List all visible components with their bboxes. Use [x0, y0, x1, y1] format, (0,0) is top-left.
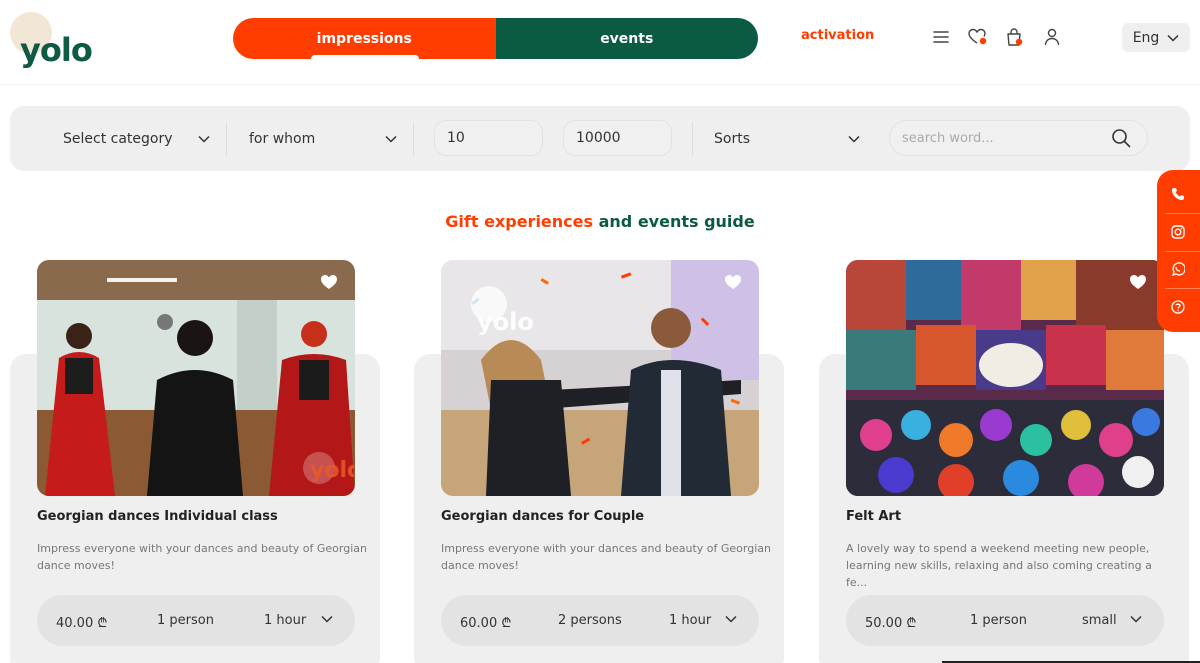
card-description: A lovely way to spend a weekend meeting … [846, 542, 1152, 589]
page: yolo impressions events activation Eng S… [0, 0, 1200, 663]
sorts-label: Sorts [714, 130, 750, 147]
tab-events[interactable]: events [495, 18, 758, 59]
favorite-heart-icon[interactable] [320, 274, 338, 292]
price-max-input[interactable]: 10000 [563, 120, 672, 156]
tab-impressions[interactable]: impressions [233, 18, 496, 59]
divider [1165, 251, 1200, 252]
chevron-down-icon [198, 135, 210, 143]
price-max-value: 10000 [576, 130, 621, 146]
chevron-down-icon [1130, 615, 1142, 623]
divider [692, 122, 693, 156]
favorite-heart-icon[interactable] [724, 274, 742, 292]
duration: 1 hour [669, 613, 712, 628]
card-image[interactable]: yolo [441, 260, 759, 496]
watermark-logo: yolo [310, 458, 354, 483]
card-image[interactable] [846, 260, 1164, 496]
card-title[interactable]: Felt Art [846, 509, 901, 524]
search-icon[interactable] [1111, 128, 1131, 148]
card-options-select[interactable]: 40.00 ₾ 1 person 1 hour [37, 595, 355, 646]
main-tabs: impressions events [233, 18, 758, 59]
search-placeholder: search word... [902, 130, 994, 146]
price: 60.00 ₾ [460, 616, 512, 631]
tab-events-label: events [600, 30, 654, 47]
phone-icon[interactable] [1167, 183, 1189, 205]
sorts-select[interactable]: Sorts [714, 106, 860, 171]
card-description: Impress everyone with your dances and be… [37, 542, 367, 572]
watermark-logo: yolo [477, 308, 534, 336]
chevron-down-icon [725, 615, 737, 623]
section-heading: Gift experiences and events guide [0, 212, 1200, 231]
category-label: Select category [63, 130, 173, 147]
category-select[interactable]: Select category [63, 106, 210, 171]
language-label: Eng [1132, 29, 1160, 46]
help-icon[interactable] [1167, 296, 1189, 318]
duration: 1 hour [264, 613, 307, 628]
chevron-down-icon [321, 615, 333, 623]
heading-highlight: Gift experiences [445, 212, 594, 231]
persons: 1 person [157, 613, 214, 628]
yolo-logo[interactable]: yolo [10, 12, 100, 68]
card-options-select[interactable]: 60.00 ₾ 2 persons 1 hour [441, 595, 759, 646]
chevron-down-icon [385, 135, 397, 143]
chevron-down-icon [848, 135, 860, 143]
duration: small [1082, 613, 1117, 628]
search-input[interactable]: search word... [889, 120, 1148, 156]
price: 50.00 ₾ [865, 616, 917, 631]
contact-sidebar [1157, 170, 1200, 332]
heading-rest: and events guide [598, 212, 755, 231]
logo-text: yolo [20, 31, 93, 69]
card-options-select[interactable]: 50.00 ₾ 1 person small [846, 595, 1164, 646]
divider [1165, 288, 1200, 289]
card-description: Impress everyone with your dances and be… [441, 542, 771, 572]
chevron-down-icon [1167, 34, 1179, 42]
filter-bar: Select category for whom 10 10000 Sorts … [10, 106, 1190, 171]
heart-icon[interactable] [967, 26, 989, 48]
user-icon[interactable] [1041, 26, 1063, 48]
persons: 1 person [970, 613, 1027, 628]
divider [1165, 213, 1200, 214]
tab-impressions-label: impressions [316, 30, 412, 47]
for-whom-label: for whom [249, 130, 316, 147]
menu-icon[interactable] [930, 26, 952, 48]
price-min-input[interactable]: 10 [434, 120, 543, 156]
for-whom-select[interactable]: for whom [249, 106, 397, 171]
active-tab-indicator [311, 55, 419, 59]
activation-link[interactable]: activation [801, 28, 874, 43]
favorite-heart-icon[interactable] [1129, 274, 1147, 292]
card-title[interactable]: Georgian dances for Couple [441, 509, 644, 524]
persons: 2 persons [558, 613, 622, 628]
card-image[interactable] [37, 260, 355, 496]
divider [226, 122, 227, 156]
price: 40.00 ₾ [56, 616, 108, 631]
card-title[interactable]: Georgian dances Individual class [37, 509, 278, 524]
divider [413, 122, 414, 156]
instagram-icon[interactable] [1167, 221, 1189, 243]
price-min-value: 10 [447, 130, 465, 146]
header-divider [0, 84, 1200, 85]
language-select[interactable]: Eng [1122, 23, 1190, 52]
whatsapp-icon[interactable] [1167, 258, 1189, 280]
bag-icon[interactable] [1004, 26, 1026, 48]
